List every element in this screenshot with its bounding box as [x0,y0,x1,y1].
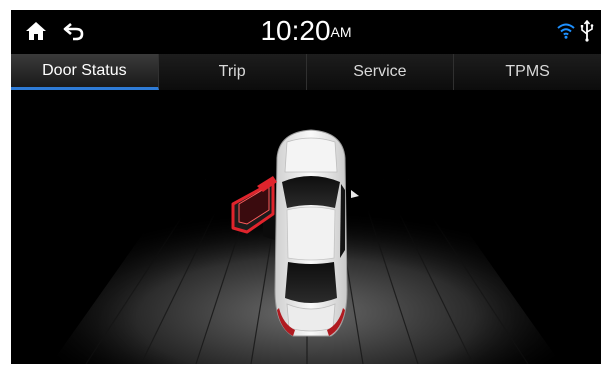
clock-time: 10:20 [260,15,331,46]
usb-status [575,14,599,48]
door-status-illustration [51,129,561,364]
clock-ampm: AM [330,24,352,40]
tab-bar: Door Status Trip Service TPMS [11,54,601,90]
clock: 10:20AM [11,13,601,49]
tab-service[interactable]: Service [306,54,455,90]
wifi-icon [557,23,575,39]
head-unit-screen: 10:20AM Door Status Trip Service TPMS [11,10,601,364]
usb-icon [580,20,594,42]
tab-tpms[interactable]: TPMS [454,54,601,90]
door-status-view [11,90,601,364]
tab-door-status[interactable]: Door Status [11,54,159,90]
status-bar: 10:20AM [11,10,601,54]
tab-trip[interactable]: Trip [158,54,307,90]
